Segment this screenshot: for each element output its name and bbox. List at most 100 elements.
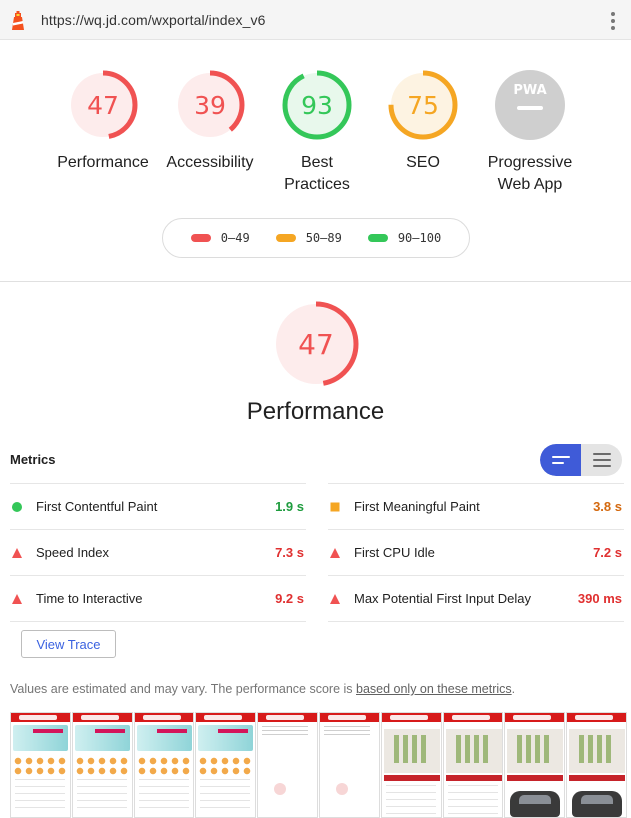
frame-bottle xyxy=(482,735,488,763)
pwa-dash-icon xyxy=(517,106,543,110)
metric-value: 7.3 s xyxy=(275,545,304,560)
frame-bottle xyxy=(455,735,461,763)
gauge-score: 39 xyxy=(194,91,226,120)
fail-triangle-icon xyxy=(330,548,340,558)
frame-banner-text xyxy=(94,729,125,733)
frame-bottle xyxy=(588,735,594,763)
compact-lines-icon xyxy=(551,456,570,464)
frame-bottle xyxy=(544,735,550,763)
gauge-label-line: Practices xyxy=(284,176,350,193)
metrics-link[interactable]: based only on these metrics xyxy=(356,682,512,696)
frame-lines xyxy=(447,785,498,815)
frame-bottle xyxy=(420,735,426,763)
gauge-label: SEO xyxy=(406,154,440,171)
frame-bottle xyxy=(526,735,532,763)
frame-search xyxy=(513,715,552,720)
legend-range: 90–100 xyxy=(397,231,442,245)
frame-search xyxy=(266,715,305,720)
metric-name: First Contentful Paint xyxy=(36,499,158,514)
filmstrip-frame xyxy=(380,712,442,818)
performance-gauge: 47 xyxy=(273,301,359,387)
gauge-label: Best Practices xyxy=(262,152,372,196)
metric-value: 7.2 s xyxy=(593,545,622,560)
filmstrip-frame xyxy=(566,712,627,818)
gauge-score: 75 xyxy=(407,91,439,120)
performance-title: Performance xyxy=(246,398,385,425)
frame-lines xyxy=(138,779,189,809)
frame-lines xyxy=(15,779,65,809)
pwa-badge-background xyxy=(495,70,565,140)
frame-bottle xyxy=(606,735,612,763)
gauge-label-line: Web App xyxy=(497,176,563,193)
metrics-right-column: First Meaningful Paint 3.8 s First CPU Idl… xyxy=(328,483,624,622)
frame-icons xyxy=(199,757,254,775)
note-suffix: . xyxy=(511,682,516,696)
metric-name: Speed Index xyxy=(36,545,110,560)
metric-value: 1.9 s xyxy=(275,499,304,514)
frame-search xyxy=(389,715,428,720)
kebab-menu-icon[interactable] xyxy=(610,12,616,30)
metrics-left-column: First Contentful Paint 1.9 s Speed Index 7.… xyxy=(10,483,306,622)
metric-value: 390 ms xyxy=(577,591,622,606)
frame-lines xyxy=(385,785,436,815)
compact-view-button[interactable] xyxy=(540,444,581,476)
metric-row: Time to Interactive 9.2 s xyxy=(10,575,306,621)
lighthouse-icon xyxy=(12,11,24,30)
gauge-seo[interactable]: 75 SEO xyxy=(368,68,478,174)
gauge-score: 47 xyxy=(87,91,119,120)
gauge-ring: 47 xyxy=(68,70,138,140)
frame-car-glass xyxy=(519,795,552,804)
frame-icons xyxy=(14,757,68,775)
browser-bar: https://wq.jd.com/wxportal/index_v6 xyxy=(0,0,631,40)
metrics-view-toggle[interactable] xyxy=(540,444,622,476)
frame-car-glass xyxy=(581,795,614,804)
frame-band xyxy=(445,775,502,781)
filmstrip-frame xyxy=(442,712,504,818)
view-trace-button[interactable]: View Trace xyxy=(21,630,116,658)
expanded-view-button[interactable] xyxy=(581,444,622,476)
frame-search xyxy=(575,715,614,720)
gauge-label-line: Progressive xyxy=(487,154,573,171)
legend-item-average: 50–89 xyxy=(275,231,342,245)
filmstrip-frame xyxy=(318,712,380,818)
frame-search xyxy=(204,715,243,720)
filmstrip-frame xyxy=(10,712,71,818)
frame-search xyxy=(142,715,181,720)
gauge-best-practices[interactable]: 93 Best Practices xyxy=(262,68,372,196)
filmstrip-frame xyxy=(504,712,566,818)
legend-bar xyxy=(275,234,296,242)
filmstrip-frame xyxy=(257,712,318,818)
frame-search xyxy=(327,715,366,720)
gauge-ring: 75 xyxy=(388,70,458,140)
frame-bottle xyxy=(535,735,541,763)
legend-item-fail: 0–49 xyxy=(190,231,250,245)
frame-lines xyxy=(76,779,127,809)
gauge-label: Accessibility xyxy=(166,154,254,171)
legend-bar xyxy=(190,234,211,242)
gauge-progressive-web-app[interactable]: PWA Progressive Web App xyxy=(475,68,585,196)
gauge-accessibility[interactable]: 39 Accessibility xyxy=(155,68,265,174)
frame-placeholder xyxy=(335,783,348,795)
frame-icons xyxy=(75,757,130,775)
gauge-ring: 93 xyxy=(282,70,352,140)
gauge-ring: PWA xyxy=(495,70,565,140)
frame-search xyxy=(19,715,57,720)
frame-text xyxy=(323,726,370,738)
gauge-performance[interactable]: 47 Performance xyxy=(48,68,158,174)
frame-banner-text xyxy=(218,729,249,733)
metric-row: First Contentful Paint 1.9 s xyxy=(10,483,306,529)
gauge-label-line: Best xyxy=(300,154,333,171)
frame-bottle xyxy=(473,735,479,763)
frame-text xyxy=(262,726,309,738)
section-divider xyxy=(0,281,631,282)
fail-triangle-icon xyxy=(12,594,22,604)
note-text: Values are estimated and may vary. The p… xyxy=(10,682,356,696)
filmstrip-frame xyxy=(71,712,133,818)
url-text[interactable]: https://wq.jd.com/wxportal/index_v6 xyxy=(41,12,266,28)
metric-name: First CPU Idle xyxy=(354,545,435,560)
frame-placeholder xyxy=(274,783,287,795)
frame-bottle xyxy=(402,735,408,763)
metric-row: Speed Index 7.3 s xyxy=(10,529,306,575)
legend-range: 0–49 xyxy=(220,231,250,245)
metric-row: First Meaningful Paint 3.8 s xyxy=(328,483,624,529)
